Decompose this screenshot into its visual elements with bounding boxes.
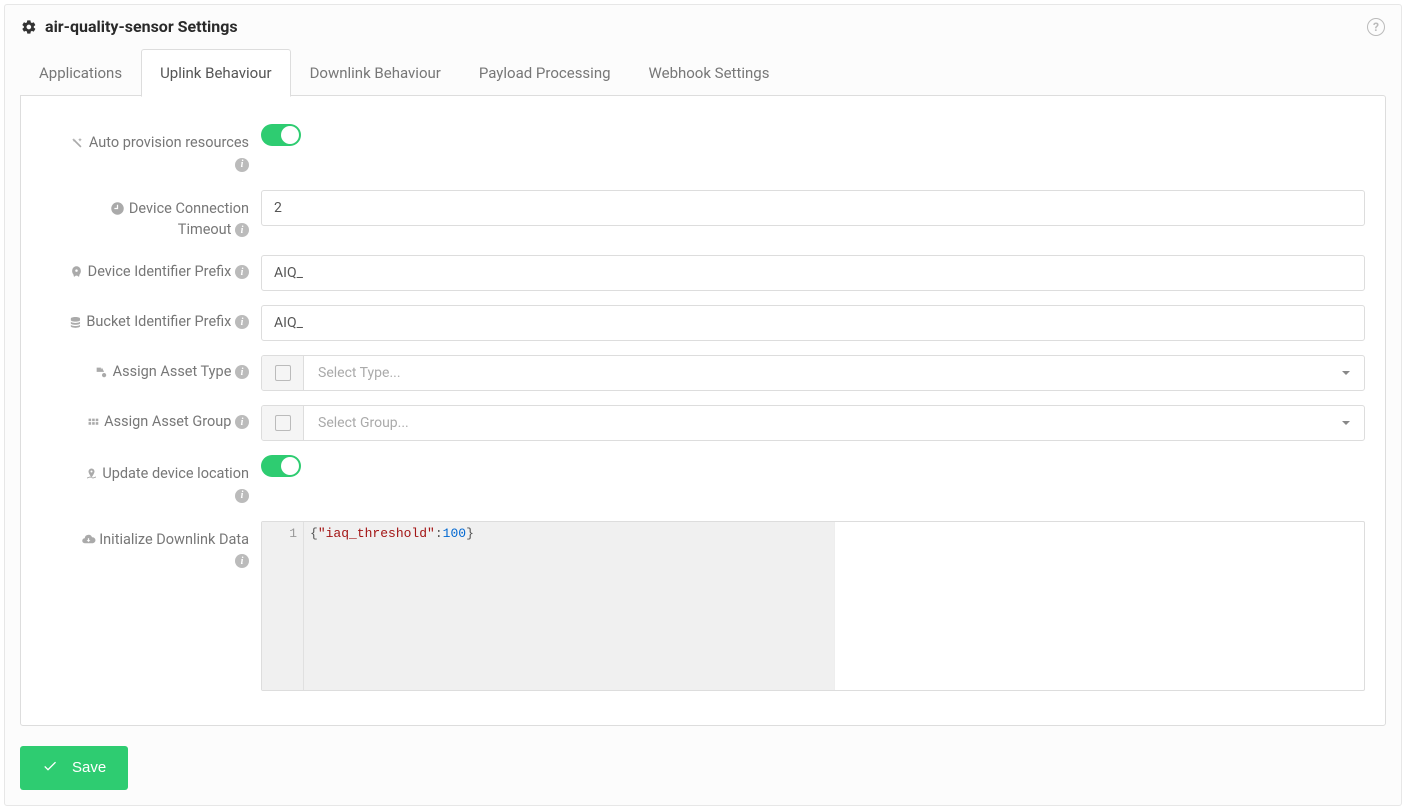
- asset-type-select-wrap: Select Type...: [261, 355, 1365, 391]
- downlink-data-label: Initialize Downlink Data i: [41, 521, 261, 691]
- clock-icon: [110, 200, 125, 217]
- grid-icon: [86, 413, 101, 430]
- downlink-code-editor[interactable]: 1 {"iaq_threshold":100}: [261, 521, 1365, 691]
- magic-wand-icon: [70, 134, 85, 151]
- asset-group-select[interactable]: Select Group...: [304, 406, 1364, 440]
- tab-uplink-behaviour[interactable]: Uplink Behaviour: [141, 49, 290, 97]
- auto-provision-toggle[interactable]: [261, 124, 301, 146]
- update-location-label: Update device location i: [41, 455, 261, 507]
- asset-group-checkbox[interactable]: [262, 406, 304, 440]
- info-icon[interactable]: i: [235, 365, 249, 379]
- code-gutter: 1: [262, 522, 304, 690]
- shapes-icon: [94, 363, 109, 380]
- auto-provision-label: Auto provision resources i: [41, 124, 261, 176]
- info-icon[interactable]: i: [235, 223, 249, 237]
- panel-header: air-quality-sensor Settings ?: [5, 5, 1401, 48]
- bucket-prefix-label: Bucket Identifier Prefix i: [41, 305, 261, 341]
- cloud-download-icon: [81, 531, 96, 548]
- tab-webhook-settings[interactable]: Webhook Settings: [630, 49, 789, 97]
- update-location-toggle[interactable]: [261, 455, 301, 477]
- page-title: air-quality-sensor Settings: [45, 17, 238, 36]
- tab-bar: Applications Uplink Behaviour Downlink B…: [20, 48, 1386, 96]
- connection-timeout-label: Device Connection Timeout i: [41, 190, 261, 242]
- asset-group-select-wrap: Select Group...: [261, 405, 1365, 441]
- save-button[interactable]: Save: [20, 746, 128, 790]
- check-icon: [42, 758, 58, 778]
- tab-applications[interactable]: Applications: [20, 49, 141, 97]
- asset-type-checkbox[interactable]: [262, 356, 304, 390]
- settings-panel: air-quality-sensor Settings ? Applicatio…: [4, 4, 1402, 806]
- info-icon[interactable]: i: [235, 415, 249, 429]
- map-pin-icon: [84, 465, 99, 482]
- asset-type-label: Assign Asset Type i: [41, 355, 261, 391]
- info-icon[interactable]: i: [235, 489, 249, 503]
- tab-payload-processing[interactable]: Payload Processing: [460, 49, 630, 97]
- rocket-icon: [69, 263, 84, 280]
- chevron-down-icon: [1342, 371, 1350, 375]
- chevron-down-icon: [1342, 421, 1350, 425]
- asset-group-label: Assign Asset Group i: [41, 405, 261, 441]
- database-icon: [68, 313, 83, 330]
- bucket-prefix-input[interactable]: [261, 305, 1365, 341]
- info-icon[interactable]: i: [235, 265, 249, 279]
- device-prefix-input[interactable]: [261, 255, 1365, 291]
- device-prefix-label: Device Identifier Prefix i: [41, 255, 261, 291]
- connection-timeout-input[interactable]: [261, 190, 1365, 226]
- info-icon[interactable]: i: [235, 158, 249, 172]
- tab-downlink-behaviour[interactable]: Downlink Behaviour: [291, 49, 460, 97]
- gear-icon: [21, 18, 37, 34]
- info-icon[interactable]: i: [235, 554, 249, 568]
- tab-content: Auto provision resources i Device Connec…: [20, 95, 1386, 726]
- help-icon[interactable]: ?: [1367, 18, 1385, 36]
- asset-type-select[interactable]: Select Type...: [304, 356, 1364, 390]
- info-icon[interactable]: i: [235, 315, 249, 329]
